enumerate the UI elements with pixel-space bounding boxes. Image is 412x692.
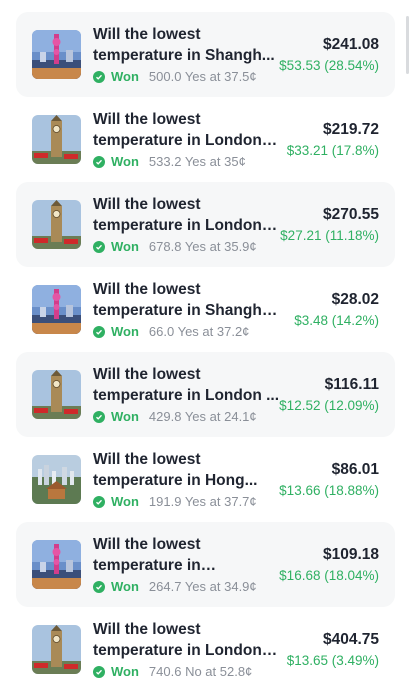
check-circle-icon [93, 156, 105, 168]
status-label: Won [111, 494, 139, 509]
check-circle-icon [93, 496, 105, 508]
position-card[interactable]: Will the lowest temperature in Shanghai … [16, 267, 395, 352]
status-label: Won [111, 579, 139, 594]
market-thumbnail-hongkong [32, 455, 81, 504]
market-title: Will the lowest temperature in London be… [93, 196, 262, 234]
shares-info: 740.6 No at 52.8¢ [148, 664, 253, 679]
market-thumbnail-shanghai [32, 540, 81, 589]
positions-list: Will the lowest temperature in Shangh...… [16, 12, 395, 692]
market-thumbnail-shanghai [32, 285, 81, 334]
position-card[interactable]: Will the lowest temperature in Shangh...… [16, 12, 395, 97]
position-meta: Won 191.9 Yes at 37.7¢ [93, 494, 257, 510]
check-circle-icon [93, 581, 105, 593]
position-meta: Won 533.2 Yes at 35¢ [93, 154, 246, 170]
market-thumbnail-london [32, 625, 81, 674]
position-meta: Won 264.7 Yes at 34.9¢ [93, 579, 257, 595]
market-thumbnail-london [32, 115, 81, 164]
position-gain: $13.66 (18.88%) [279, 483, 379, 498]
position-gain: $16.68 (18.04%) [279, 568, 379, 583]
market-title: Will the lowest temperature in London be… [93, 111, 262, 149]
position-gain: $12.52 (12.09%) [279, 398, 379, 413]
position-value: $116.11 [324, 376, 379, 393]
check-circle-icon [93, 411, 105, 423]
position-card[interactable]: Will the lowest temperature in Shangha..… [16, 522, 395, 607]
market-thumbnail-shanghai [32, 30, 81, 79]
scrollbar[interactable] [406, 16, 409, 74]
position-card[interactable]: Will the lowest temperature in London be… [16, 97, 395, 182]
market-title: Will the lowest temperature in Shangha..… [93, 536, 201, 574]
position-value: $28.02 [331, 291, 379, 308]
shares-info: 678.8 Yes at 35.9¢ [148, 239, 257, 254]
check-circle-icon [93, 241, 105, 253]
position-value: $270.55 [322, 206, 379, 223]
position-value: $241.08 [322, 36, 379, 53]
check-circle-icon [93, 71, 105, 83]
check-circle-icon [93, 326, 105, 338]
shares-info: 264.7 Yes at 34.9¢ [148, 579, 257, 594]
market-title: Will the lowest temperature in Shangh... [93, 26, 275, 64]
position-gain: $13.65 (3.49%) [286, 653, 379, 668]
market-title: Will the lowest temperature in Hong... [93, 451, 258, 489]
shares-info: 533.2 Yes at 35¢ [148, 154, 246, 169]
status-label: Won [111, 154, 139, 169]
status-label: Won [111, 69, 139, 84]
position-meta: Won 500.0 Yes at 37.5¢ [93, 69, 257, 85]
position-gain: $27.21 (11.18%) [280, 228, 379, 243]
position-gain: $53.53 (28.54%) [279, 58, 379, 73]
position-meta: Won 429.8 Yes at 24.1¢ [93, 409, 257, 425]
status-label: Won [111, 324, 139, 339]
position-meta: Won 66.0 Yes at 37.2¢ [93, 324, 249, 340]
position-gain: $33.21 (17.8%) [286, 143, 379, 158]
shares-info: 66.0 Yes at 37.2¢ [148, 324, 250, 339]
market-thumbnail-london [32, 200, 81, 249]
check-circle-icon [93, 666, 105, 678]
shares-info: 500.0 Yes at 37.5¢ [148, 69, 257, 84]
shares-info: 191.9 Yes at 37.7¢ [148, 494, 257, 509]
position-gain: $3.48 (14.2%) [294, 313, 379, 328]
position-value: $219.72 [322, 121, 379, 138]
position-meta: Won 678.8 Yes at 35.9¢ [93, 239, 257, 255]
position-value: $86.01 [331, 461, 379, 478]
market-title: Will the lowest temperature in London b.… [93, 621, 262, 659]
status-label: Won [111, 239, 139, 254]
market-title: Will the lowest temperature in London ..… [93, 366, 280, 404]
status-label: Won [111, 409, 139, 424]
status-label: Won [111, 664, 139, 679]
position-value: $404.75 [322, 631, 379, 648]
position-card[interactable]: Will the lowest temperature in London be… [16, 182, 395, 267]
position-card[interactable]: Will the lowest temperature in London b.… [16, 607, 395, 692]
shares-info: 429.8 Yes at 24.1¢ [148, 409, 257, 424]
position-value: $109.18 [322, 546, 379, 563]
market-title: Will the lowest temperature in Shanghai … [93, 281, 275, 319]
position-card[interactable]: Will the lowest temperature in Hong... W… [16, 437, 395, 522]
market-thumbnail-london [32, 370, 81, 419]
position-meta: Won 740.6 No at 52.8¢ [93, 664, 252, 680]
position-card[interactable]: Will the lowest temperature in London ..… [16, 352, 395, 437]
